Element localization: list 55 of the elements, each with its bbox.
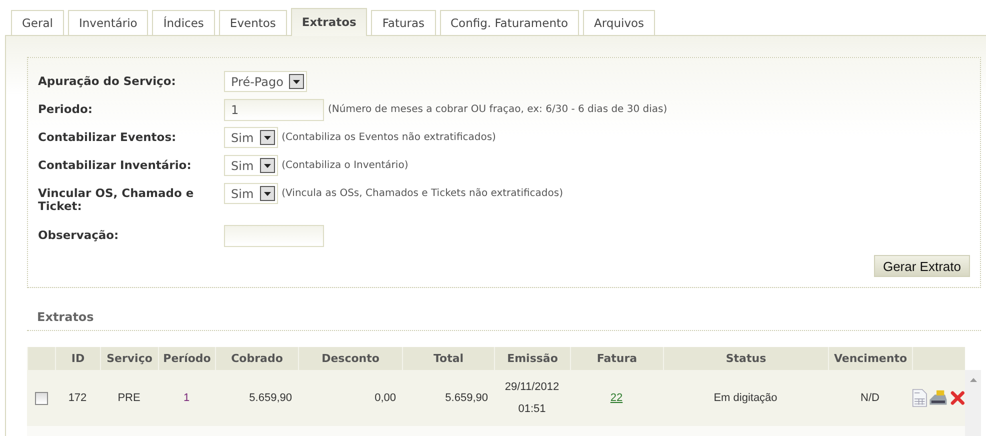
- cash-register-icon[interactable]: [928, 388, 949, 408]
- column-header: Cobrado: [215, 347, 298, 370]
- input-field[interactable]: [224, 225, 324, 247]
- caret-icon: [260, 186, 275, 201]
- caret-icon: [260, 130, 275, 145]
- field-hint: (Vincula as OSs, Chamados e Tickets não extratificados): [282, 187, 563, 199]
- tab[interactable]: Eventos: [218, 10, 287, 35]
- tab[interactable]: Faturas: [371, 10, 436, 35]
- column-header: Serviço: [100, 347, 158, 370]
- tab[interactable]: Inventário: [68, 10, 148, 35]
- column-header: Vencimento: [828, 347, 912, 370]
- column-header: ID: [55, 347, 100, 370]
- tab[interactable]: Arquivos: [583, 10, 656, 35]
- delete-icon[interactable]: [950, 389, 965, 407]
- field-hint: (Contabiliza o Inventário): [282, 159, 408, 171]
- field-label: Contabilizar Eventos:: [38, 129, 178, 144]
- field-label: Periodo:: [38, 101, 94, 116]
- table-cell: 5.659,90: [402, 370, 494, 426]
- section-title: Extratos: [27, 310, 981, 331]
- field-hint: (Número de meses a cobrar OU fraçao, ex: 6/30 - 6 dias de 30 dias): [328, 103, 668, 115]
- tab[interactable]: Índices: [152, 10, 215, 35]
- column-header: Status: [663, 347, 828, 370]
- field-label: Observação:: [38, 227, 120, 242]
- field-label: Apuração do Serviço:: [38, 73, 177, 88]
- column-header: Emissão: [494, 347, 570, 370]
- select-field[interactable]: Pré-Pago: [224, 71, 308, 92]
- caret-icon: [260, 158, 275, 173]
- select-field[interactable]: Sim: [224, 183, 278, 204]
- field-label: Vincular OS, Chamado e Ticket:: [38, 185, 195, 213]
- table-cell: 5.659,90: [215, 370, 298, 426]
- tab[interactable]: Geral: [11, 10, 64, 35]
- checkbox[interactable]: [34, 392, 48, 404]
- input-field[interactable]: 1: [224, 99, 324, 121]
- table-cell: PRE: [100, 370, 158, 426]
- column-header: Desconto: [298, 347, 402, 370]
- table-cell: 1: [158, 370, 215, 426]
- select-field[interactable]: Sim: [224, 155, 278, 176]
- table-cell: Em digitação: [663, 370, 828, 426]
- column-header: Total: [402, 347, 494, 370]
- table-cell: 0,00: [298, 370, 402, 426]
- column-header: Período: [158, 347, 215, 370]
- date-text: 29/11/2012: [504, 380, 560, 395]
- select-field[interactable]: Sim: [224, 127, 278, 148]
- invoice-link[interactable]: 22: [610, 387, 623, 409]
- field-hint: (Contabiliza os Eventos não extratificados): [282, 131, 496, 143]
- scroll-up-icon[interactable]: [970, 378, 976, 382]
- table-cell: N/D: [828, 370, 912, 426]
- column-header: Fatura: [570, 347, 663, 370]
- table-cell: 172: [55, 370, 100, 426]
- generate-button[interactable]: Gerar Extrato: [874, 255, 970, 277]
- time-text: 01:51: [518, 402, 546, 417]
- caret-icon: [289, 74, 304, 89]
- tab[interactable]: Config. Faturamento: [440, 10, 580, 35]
- field-label: Contabilizar Inventário:: [38, 157, 192, 172]
- tab[interactable]: Extratos: [290, 8, 368, 36]
